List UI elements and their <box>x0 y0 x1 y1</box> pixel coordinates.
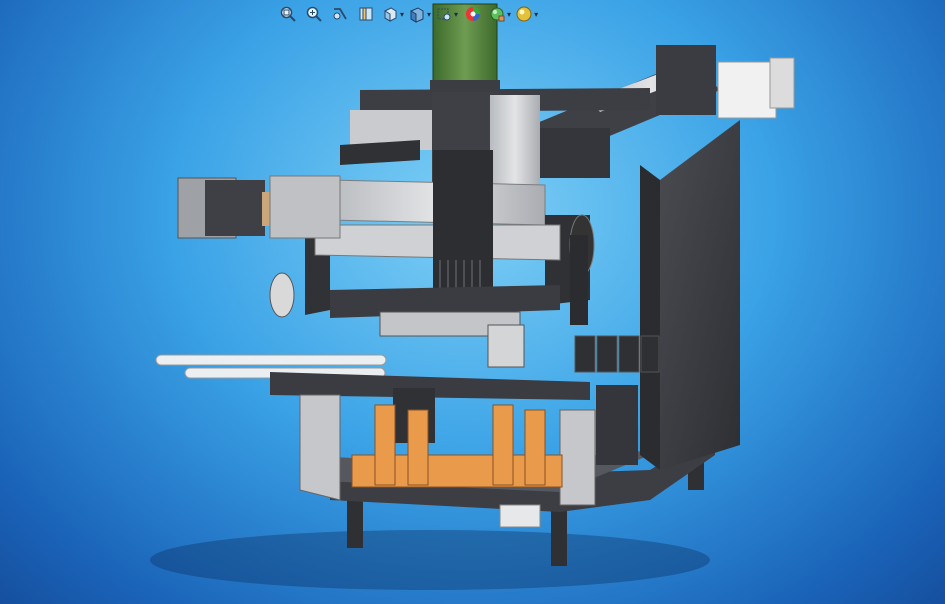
gripper-block <box>487 324 525 368</box>
edit-appearance-button[interactable] <box>461 3 485 25</box>
zoom-to-fit-button[interactable] <box>276 3 300 25</box>
belt <box>570 235 588 325</box>
rear-column <box>660 120 740 470</box>
display-style-icon <box>410 7 424 23</box>
x-axis-motor-cap <box>769 57 795 109</box>
heads-up-view-toolbar: ▾ ▾ ▾ ▾ ▾ <box>276 2 539 26</box>
top-beam-end <box>656 45 716 115</box>
apply-scene-icon <box>490 7 505 22</box>
work-table-right <box>559 409 596 506</box>
view-orientation-button[interactable]: ▾ <box>380 3 405 25</box>
z-motor-flange <box>430 80 500 92</box>
work-table-left <box>299 394 341 501</box>
chevron-down-icon: ▾ <box>534 9 539 19</box>
hide-show-items-icon <box>437 8 451 21</box>
previous-view-button[interactable] <box>328 3 352 25</box>
feed-tube <box>155 354 387 366</box>
crossbar-block <box>540 128 610 178</box>
chevron-down-icon: ▾ <box>427 9 432 19</box>
feeder-blocks <box>574 335 660 373</box>
view-settings-icon <box>516 6 532 22</box>
pulley <box>269 272 295 318</box>
chevron-down-icon: ▾ <box>454 9 459 19</box>
bottom-motor <box>499 504 541 528</box>
view-settings-button[interactable]: ▾ <box>514 3 539 25</box>
hide-show-items-button[interactable]: ▾ <box>434 3 459 25</box>
chevron-down-icon: ▾ <box>507 9 512 19</box>
needle-pack <box>433 150 493 310</box>
rear-column-side <box>640 165 660 470</box>
zoom-to-area-icon <box>306 6 322 22</box>
section-view-icon <box>359 7 373 21</box>
side-motor-body <box>205 180 265 236</box>
chevron-down-icon: ▾ <box>400 9 405 19</box>
x-axis-motor <box>717 61 777 119</box>
orange-fixture <box>351 404 563 488</box>
apply-scene-button[interactable]: ▾ <box>487 3 512 25</box>
zoom-to-fit-icon <box>280 6 296 22</box>
edit-appearance-icon <box>466 7 481 21</box>
graphics-area[interactable] <box>0 0 945 604</box>
display-style-button[interactable]: ▾ <box>407 3 432 25</box>
machine-assembly[interactable] <box>155 3 795 566</box>
zoom-to-area-button[interactable] <box>302 3 326 25</box>
section-view-button[interactable] <box>354 3 378 25</box>
view-orientation-icon <box>384 7 397 22</box>
right-clamp <box>596 385 638 465</box>
previous-view-icon <box>333 8 347 20</box>
side-bracket <box>269 175 341 239</box>
floor-shadow <box>150 530 710 590</box>
